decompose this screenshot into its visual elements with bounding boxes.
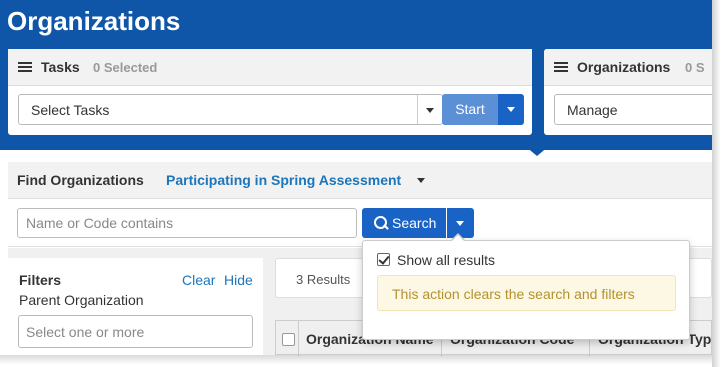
show-all-results-label[interactable]: Show all results xyxy=(397,252,495,268)
parent-organization-placeholder: Select one or more xyxy=(26,324,145,340)
page-title: Organizations xyxy=(7,6,181,36)
search-input-wrapper xyxy=(17,208,357,238)
window-shadow-bottom xyxy=(0,355,712,367)
search-input[interactable] xyxy=(18,209,356,237)
start-button[interactable]: Start xyxy=(442,94,498,125)
filters-title: Filters xyxy=(19,272,62,288)
list-icon xyxy=(18,62,32,73)
find-organizations-label: Find Organizations xyxy=(17,172,144,188)
start-options-button[interactable] xyxy=(498,94,524,125)
filter-selector-link[interactable]: Participating in Spring Assessment xyxy=(166,172,401,188)
select-tasks-dropdown[interactable]: Select Tasks xyxy=(18,94,443,125)
column-divider xyxy=(298,321,299,356)
clear-warning-text: This action clears the search and filter… xyxy=(392,286,635,302)
search-button-label: Search xyxy=(392,215,437,231)
tasks-selected-count: 0 Selected xyxy=(93,60,158,75)
tasks-panel-header: Tasks 0 Selected xyxy=(8,49,532,86)
parent-organization-label: Parent Organization xyxy=(19,292,144,308)
clear-warning: This action clears the search and filter… xyxy=(377,275,676,311)
tasks-title: Tasks xyxy=(41,59,80,75)
search-icon-handle xyxy=(383,224,389,230)
chevron-down-icon xyxy=(507,107,515,112)
show-all-results-checkbox[interactable] xyxy=(377,253,390,266)
popup-arrow-fill xyxy=(451,235,465,242)
filters-panel: Filters Clear Hide Parent Organization S… xyxy=(8,258,263,355)
manage-dropdown-value: Manage xyxy=(567,102,618,118)
header-notch xyxy=(525,146,549,156)
filters-hide-link[interactable]: Hide xyxy=(224,272,253,288)
chevron-down-icon xyxy=(456,221,464,226)
select-tasks-caret xyxy=(417,95,442,124)
organizations-panel-title: Organizations xyxy=(577,59,671,75)
results-count: 3 Results xyxy=(296,272,351,287)
search-button[interactable]: Search xyxy=(362,208,446,238)
manage-dropdown[interactable]: Manage xyxy=(554,94,712,125)
list-icon xyxy=(554,62,568,73)
chevron-down-icon xyxy=(426,108,434,113)
filter-selector-label: Participating in Spring Assessment xyxy=(166,172,402,188)
organizations-panel: Organizations 0 S Manage xyxy=(544,49,712,135)
chevron-down-icon[interactable] xyxy=(417,178,425,183)
window-shadow xyxy=(712,0,723,367)
select-tasks-value: Select Tasks xyxy=(31,102,110,118)
select-all-checkbox[interactable] xyxy=(282,333,295,346)
organizations-selected-count: 0 S xyxy=(685,60,705,75)
parent-organization-select[interactable]: Select one or more xyxy=(18,315,253,348)
start-button-label: Start xyxy=(455,101,485,117)
tasks-panel: Tasks 0 Selected Select Tasks Start xyxy=(8,49,532,135)
organizations-panel-header: Organizations 0 S xyxy=(544,49,712,86)
filters-clear-link[interactable]: Clear xyxy=(182,272,215,288)
